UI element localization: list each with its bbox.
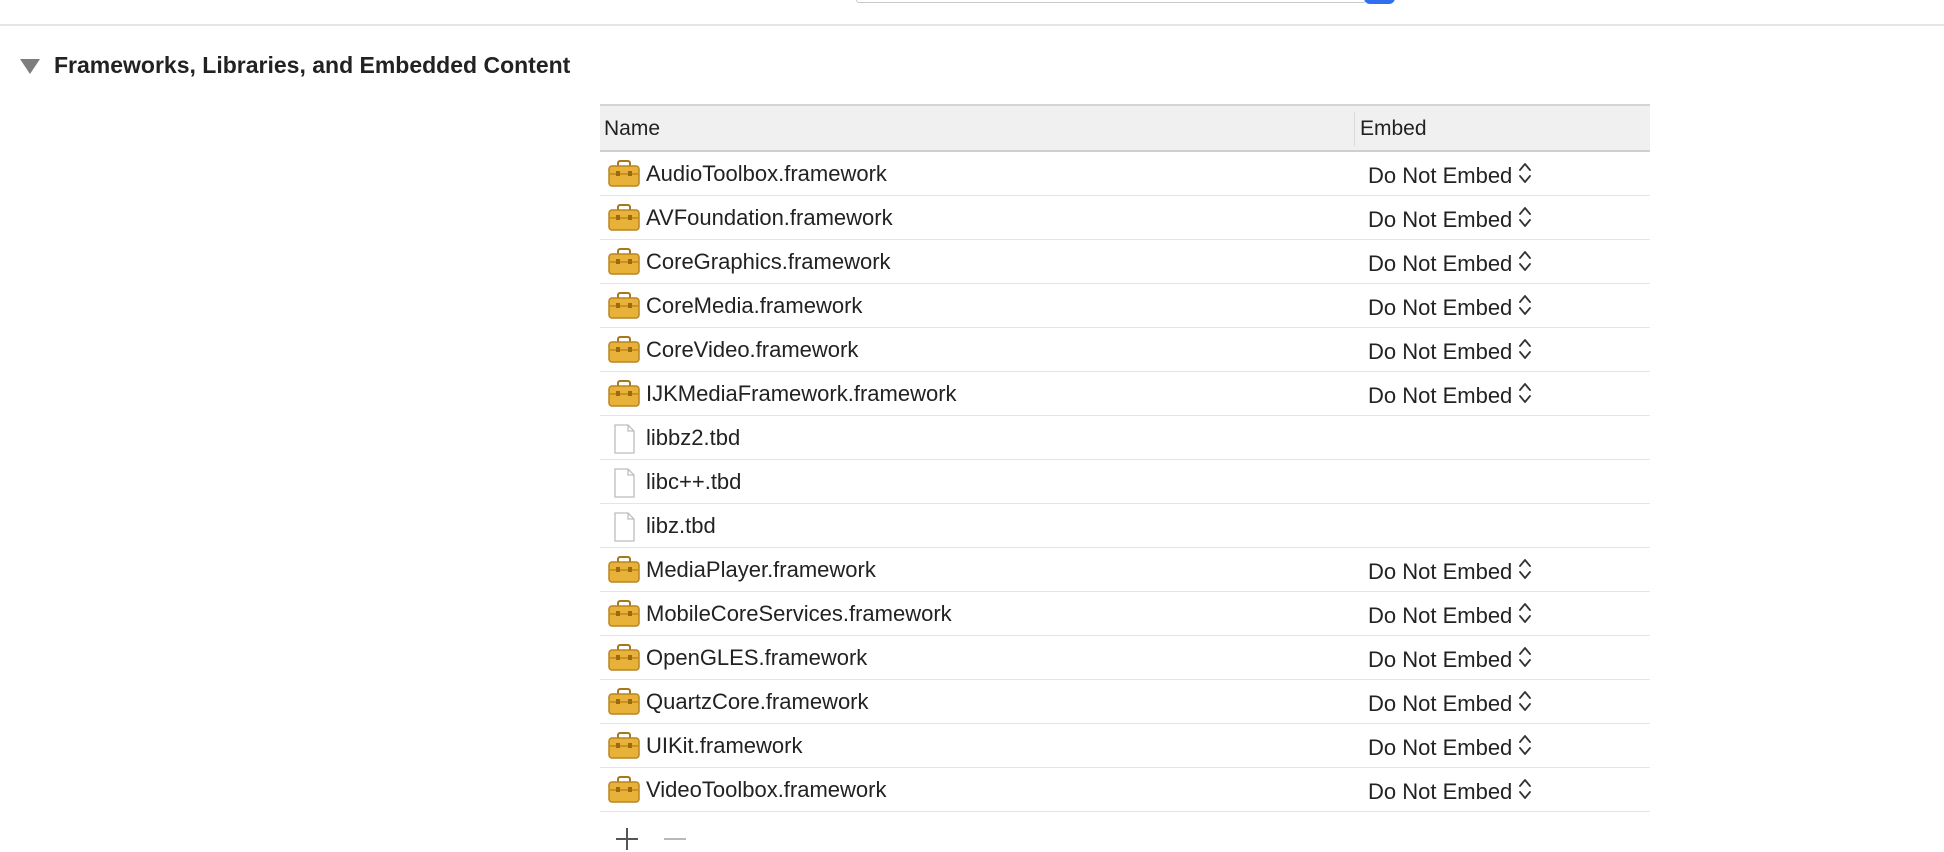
table-row[interactable]: IJKMediaFramework.framework Do Not Embed <box>600 372 1650 416</box>
table-row[interactable]: AVFoundation.framework Do Not Embed <box>600 196 1650 240</box>
add-button[interactable] <box>612 824 642 852</box>
row-name: IJKMediaFramework.framework <box>646 381 957 406</box>
remove-button[interactable] <box>660 824 690 852</box>
disclosure-triangle-icon[interactable] <box>20 58 40 74</box>
embed-value: Do Not Embed <box>1368 383 1513 408</box>
table-row[interactable]: OpenGLES.framework Do Not Embed <box>600 636 1650 680</box>
embed-popup-button[interactable]: Do Not Embed <box>1368 249 1532 279</box>
framework-icon <box>608 644 640 672</box>
table-row[interactable]: CoreMedia.framework Do Not Embed <box>600 284 1650 328</box>
row-name: AudioToolbox.framework <box>646 161 887 186</box>
table-body: AudioToolbox.framework Do Not Embed AVFoun… <box>600 152 1650 812</box>
embed-popup-button[interactable]: Do Not Embed <box>1368 381 1532 411</box>
up-down-chevron-icon <box>1512 293 1532 323</box>
table-row[interactable]: QuartzCore.framework Do Not Embed <box>600 680 1650 724</box>
embed-popup-button[interactable]: Do Not Embed <box>1368 557 1532 587</box>
column-separator[interactable] <box>1354 112 1355 146</box>
up-down-chevron-icon <box>1512 733 1532 763</box>
embed-popup-button[interactable]: Do Not Embed <box>1368 689 1532 719</box>
row-name: AVFoundation.framework <box>646 205 893 230</box>
section-header[interactable]: Frameworks, Libraries, and Embedded Cont… <box>20 50 570 80</box>
table-row[interactable]: libc++.tbd <box>600 460 1650 504</box>
up-down-chevron-icon <box>1512 777 1532 807</box>
search-field[interactable] <box>856 0 1366 3</box>
accent-button[interactable] <box>1364 0 1395 4</box>
up-down-chevron-icon <box>1512 205 1532 235</box>
frameworks-page: Frameworks, Libraries, and Embedded Cont… <box>0 0 1944 852</box>
table-row[interactable]: MediaPlayer.framework Do Not Embed <box>600 548 1650 592</box>
framework-icon <box>608 292 640 320</box>
column-header-embed[interactable]: Embed <box>1360 117 1427 141</box>
embed-value: Do Not Embed <box>1368 251 1513 276</box>
framework-icon <box>608 160 640 188</box>
framework-icon <box>608 776 640 804</box>
table-toolbar <box>612 824 708 852</box>
file-icon <box>608 512 640 542</box>
table-row[interactable]: CoreVideo.framework Do Not Embed <box>600 328 1650 372</box>
embed-value: Do Not Embed <box>1368 779 1513 804</box>
row-name: OpenGLES.framework <box>646 645 868 670</box>
up-down-chevron-icon <box>1512 249 1532 279</box>
column-header-name[interactable]: Name <box>604 117 660 141</box>
file-icon <box>608 424 640 454</box>
row-name: CoreGraphics.framework <box>646 249 891 274</box>
embed-value: Do Not Embed <box>1368 295 1513 320</box>
row-name: libc++.tbd <box>646 469 742 494</box>
embed-value: Do Not Embed <box>1368 735 1513 760</box>
row-name: MediaPlayer.framework <box>646 557 876 582</box>
embed-popup-button[interactable]: Do Not Embed <box>1368 293 1532 323</box>
up-down-chevron-icon <box>1512 557 1532 587</box>
embed-value: Do Not Embed <box>1368 691 1513 716</box>
embed-value: Do Not Embed <box>1368 163 1513 188</box>
row-name: UIKit.framework <box>646 733 803 758</box>
table-row[interactable]: libbz2.tbd <box>600 416 1650 460</box>
row-name: MobileCoreServices.framework <box>646 601 952 626</box>
table-row[interactable]: MobileCoreServices.framework Do Not Embed <box>600 592 1650 636</box>
up-down-chevron-icon <box>1512 161 1532 191</box>
row-name: CoreMedia.framework <box>646 293 863 318</box>
framework-icon <box>608 336 640 364</box>
embed-popup-button[interactable]: Do Not Embed <box>1368 733 1532 763</box>
embed-popup-button[interactable]: Do Not Embed <box>1368 337 1532 367</box>
file-icon <box>608 468 640 498</box>
table-row[interactable]: libz.tbd <box>600 504 1650 548</box>
section-divider <box>0 24 1944 26</box>
row-name: VideoToolbox.framework <box>646 777 887 802</box>
embed-value: Do Not Embed <box>1368 647 1513 672</box>
frameworks-table: Name Embed AudioToolbox.framework Do Not … <box>600 104 1650 812</box>
framework-icon <box>608 248 640 276</box>
framework-icon <box>608 380 640 408</box>
row-name: CoreVideo.framework <box>646 337 859 362</box>
embed-popup-button[interactable]: Do Not Embed <box>1368 161 1532 191</box>
table-row[interactable]: CoreGraphics.framework Do Not Embed <box>600 240 1650 284</box>
embed-popup-button[interactable]: Do Not Embed <box>1368 777 1532 807</box>
embed-value: Do Not Embed <box>1368 339 1513 364</box>
row-name: libbz2.tbd <box>646 425 741 450</box>
table-row[interactable]: VideoToolbox.framework Do Not Embed <box>600 768 1650 812</box>
framework-icon <box>608 204 640 232</box>
up-down-chevron-icon <box>1512 381 1532 411</box>
row-name: QuartzCore.framework <box>646 689 869 714</box>
embed-value: Do Not Embed <box>1368 207 1513 232</box>
embed-popup-button[interactable]: Do Not Embed <box>1368 601 1532 631</box>
embed-value: Do Not Embed <box>1368 603 1513 628</box>
table-header: Name Embed <box>600 104 1650 152</box>
framework-icon <box>608 600 640 628</box>
framework-icon <box>608 556 640 584</box>
embed-popup-button[interactable]: Do Not Embed <box>1368 205 1532 235</box>
framework-icon <box>608 732 640 760</box>
plus-icon <box>616 828 638 850</box>
table-row[interactable]: AudioToolbox.framework Do Not Embed <box>600 152 1650 196</box>
embed-popup-button[interactable]: Do Not Embed <box>1368 645 1532 675</box>
minus-icon <box>664 838 686 840</box>
up-down-chevron-icon <box>1512 337 1532 367</box>
embed-value: Do Not Embed <box>1368 559 1513 584</box>
section-title: Frameworks, Libraries, and Embedded Cont… <box>54 51 571 78</box>
up-down-chevron-icon <box>1512 601 1532 631</box>
row-name: libz.tbd <box>646 513 716 538</box>
up-down-chevron-icon <box>1512 689 1532 719</box>
table-row[interactable]: UIKit.framework Do Not Embed <box>600 724 1650 768</box>
up-down-chevron-icon <box>1512 645 1532 675</box>
framework-icon <box>608 688 640 716</box>
